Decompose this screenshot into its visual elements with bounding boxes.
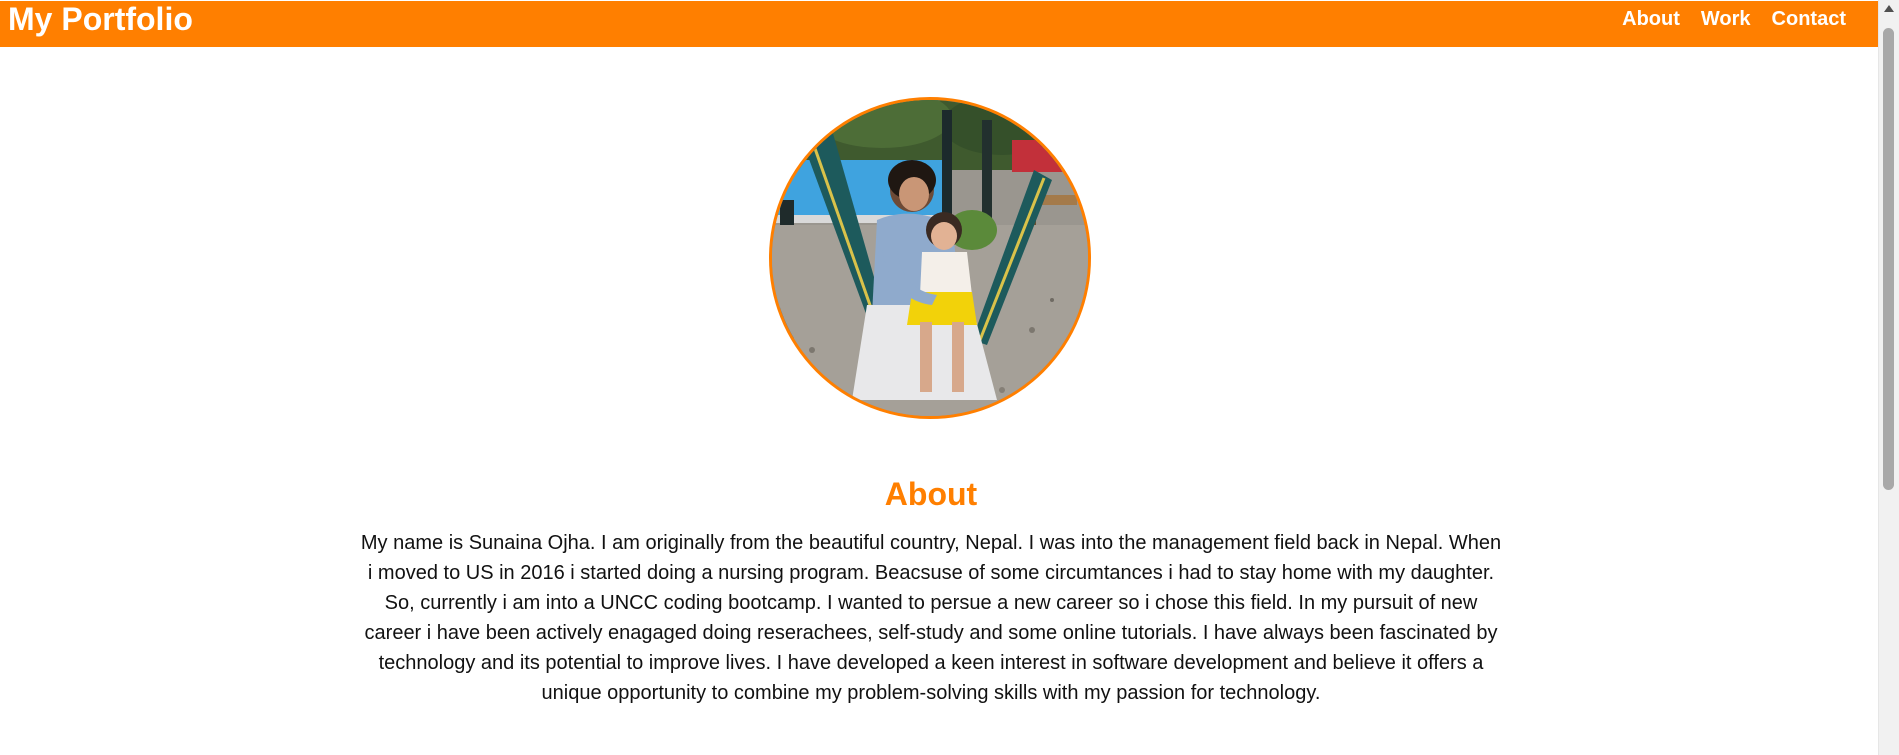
portfolio-page: My Portfolio About Work Contact About My… (0, 0, 1899, 755)
nav-link-about[interactable]: About (1622, 1, 1680, 37)
scroll-up-arrow-icon[interactable] (1884, 5, 1894, 12)
main-nav: About Work Contact (1601, 1, 1846, 37)
nav-link-contact[interactable]: Contact (1772, 1, 1846, 37)
nav-link-work[interactable]: Work (1701, 1, 1751, 37)
about-paragraph: My name is Sunaina Ojha. I am originally… (360, 532, 1502, 704)
about-heading: About (884, 476, 978, 512)
profile-photo (769, 97, 1091, 419)
top-header: My Portfolio About Work Contact (0, 1, 1878, 47)
vertical-scrollbar[interactable] (1878, 0, 1899, 755)
scroll-thumb[interactable] (1883, 28, 1894, 490)
site-brand[interactable]: My Portfolio (8, 1, 193, 37)
profile-photo-illustration (772, 100, 1088, 416)
